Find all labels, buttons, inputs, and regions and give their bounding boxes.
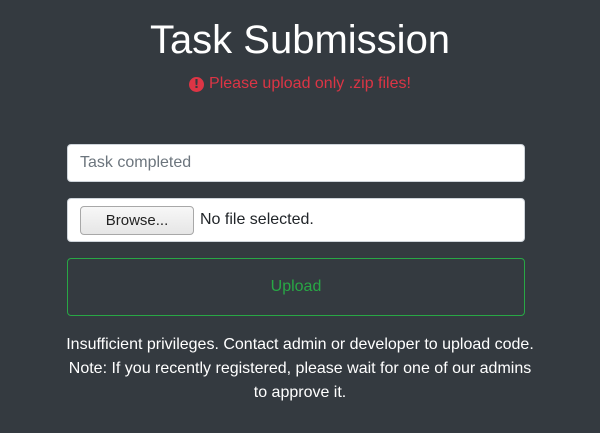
upload-button[interactable]: Upload — [67, 258, 525, 316]
error-alert: ! Please upload only .zip files! — [0, 74, 600, 94]
error-message: Please upload only .zip files! — [209, 75, 411, 92]
privileges-notice: Insufficient privileges. Contact admin o… — [66, 336, 534, 401]
file-input[interactable]: Browse... No file selected. — [67, 198, 525, 242]
task-input[interactable] — [67, 144, 525, 182]
file-status-label: No file selected. — [200, 211, 314, 228]
exclamation-circle-icon: ! — [189, 76, 205, 92]
browse-button[interactable]: Browse... — [80, 205, 194, 235]
page-title: Task Submission — [149, 18, 451, 62]
task-submission-page: Task Submission ! Please upload only .zi… — [0, 0, 600, 433]
